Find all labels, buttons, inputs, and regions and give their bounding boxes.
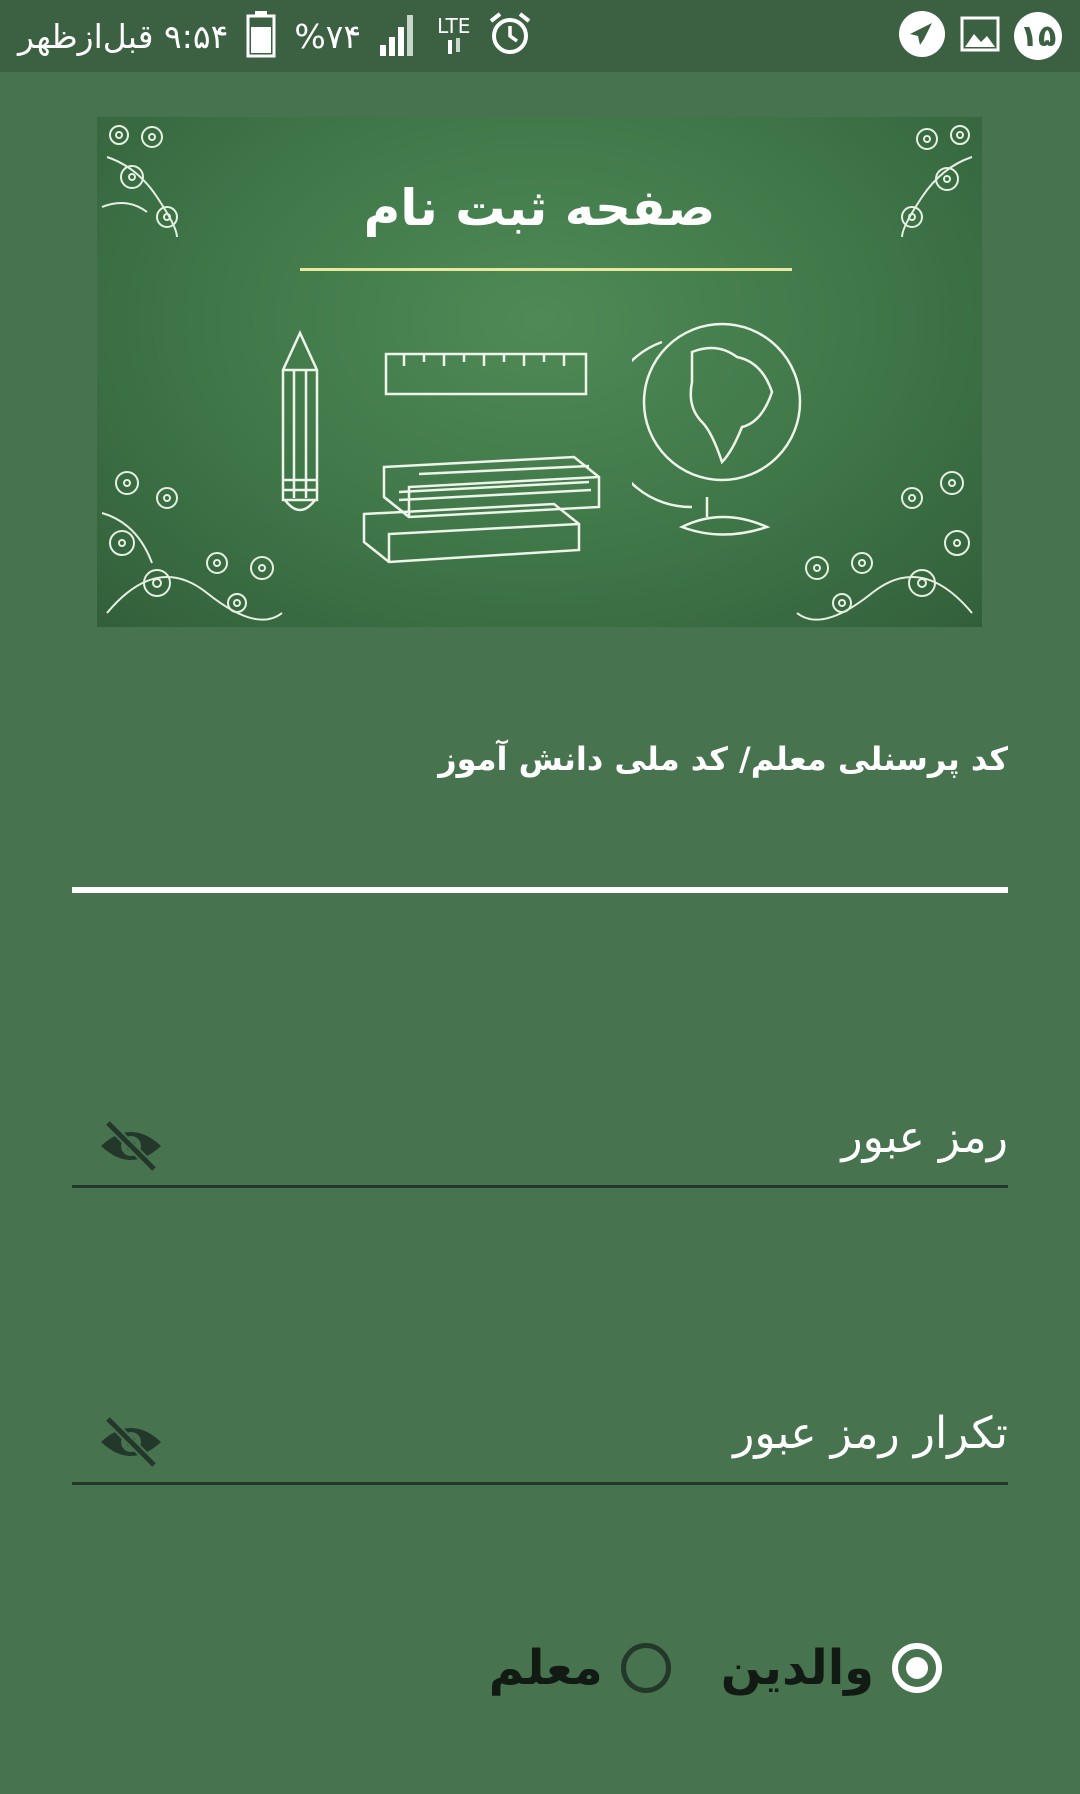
alarm-icon	[488, 11, 532, 61]
telegram-icon	[898, 10, 946, 62]
registration-banner: صفحه ثبت نام	[97, 117, 982, 627]
password-repeat-placeholder: تکرار رمز عبور	[733, 1408, 1008, 1459]
banner-title: صفحه ثبت نام	[363, 179, 716, 237]
role-radio-group: والدین معلم	[489, 1640, 942, 1696]
id-field-label: کد پرسنلی معلم/ کد ملی دانش آموز	[438, 740, 1008, 778]
pencil-icon	[275, 330, 325, 524]
role-option-label: والدین	[720, 1640, 874, 1696]
radio-checked-icon[interactable]	[892, 1643, 942, 1693]
corner-flowers-bottom-left-icon	[97, 453, 287, 627]
status-bar-right: ۱۵	[898, 0, 1062, 72]
data-arrows-icon	[447, 38, 460, 54]
password-repeat-underline	[72, 1482, 1008, 1485]
radio-unchecked-icon[interactable]	[620, 1643, 671, 1693]
battery-icon	[246, 10, 276, 62]
corner-flowers-bottom-right-icon	[792, 453, 982, 627]
gallery-icon	[960, 14, 1000, 58]
id-input[interactable]	[72, 887, 1008, 893]
password-placeholder: رمز عبور	[841, 1112, 1008, 1163]
signal-icon	[379, 11, 419, 61]
ruler-icon	[384, 350, 590, 402]
role-option-parents[interactable]: والدین	[721, 1640, 942, 1696]
lte-indicator: LTE	[437, 16, 470, 56]
books-icon	[359, 452, 609, 576]
password-visibility-off-icon[interactable]	[98, 1118, 164, 1174]
banner-title-underline	[300, 268, 792, 271]
status-bar-left: ۹:۵۴ قبل‌ازظهر %۷۴ LTE	[18, 0, 532, 72]
status-bar: ۹:۵۴ قبل‌ازظهر %۷۴ LTE	[0, 0, 1080, 72]
password-repeat-visibility-off-icon[interactable]	[98, 1414, 164, 1470]
password-underline	[72, 1185, 1008, 1188]
role-option-teacher[interactable]: معلم	[489, 1640, 671, 1696]
globe-icon	[604, 312, 812, 546]
password-repeat-field[interactable]: تکرار رمز عبور	[72, 1408, 1008, 1485]
battery-percent: %۷۴	[294, 16, 362, 56]
role-option-label: معلم	[488, 1640, 603, 1696]
notification-count-badge: ۱۵	[1014, 12, 1062, 60]
password-field[interactable]: رمز عبور	[72, 1112, 1008, 1188]
clock: ۹:۵۴ قبل‌ازظهر	[18, 16, 229, 56]
